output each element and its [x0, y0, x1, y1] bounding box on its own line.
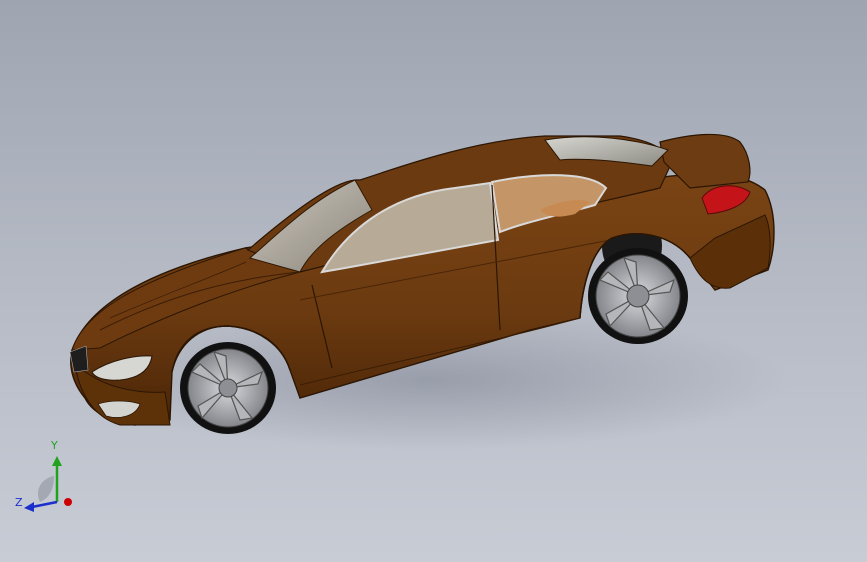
z-axis-arrow	[24, 502, 34, 512]
graphics-viewport[interactable]: Y Z	[0, 0, 867, 562]
car-3d-model[interactable]	[0, 0, 867, 562]
orientation-triad[interactable]: Y Z	[12, 440, 82, 515]
y-axis-label: Y	[51, 439, 58, 452]
front-wheel	[180, 342, 276, 434]
y-axis-arrow	[52, 456, 62, 466]
rear-wheel	[588, 248, 688, 344]
x-axis-dot	[64, 498, 72, 506]
z-axis-label: Z	[15, 496, 23, 509]
